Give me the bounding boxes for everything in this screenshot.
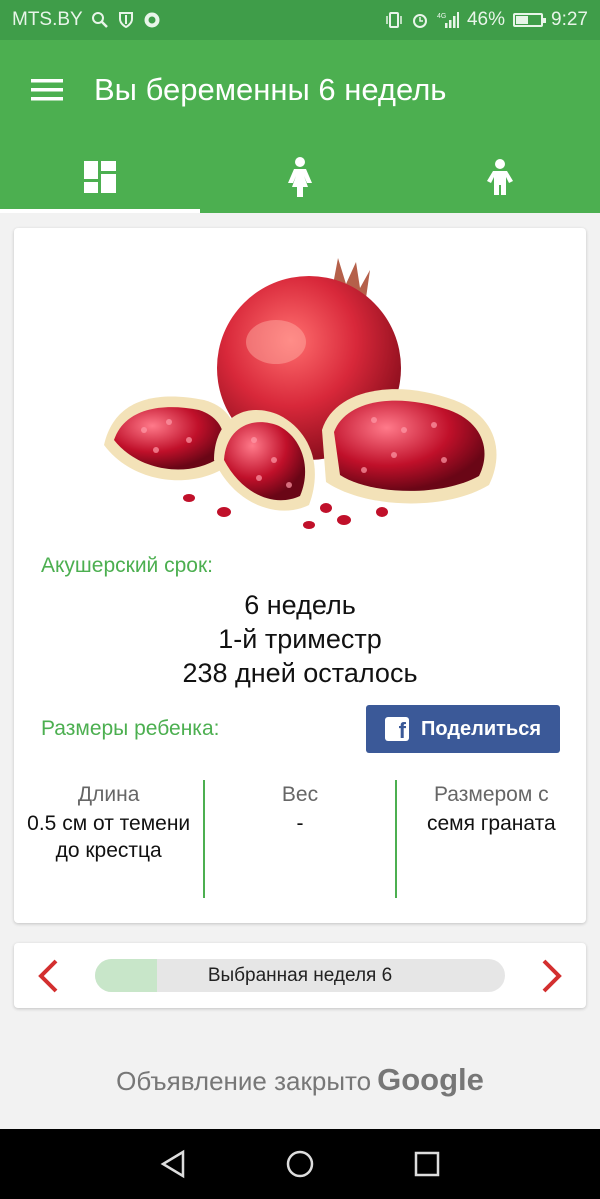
status-bar: MTS.BY 4G 46% 9:27 — [0, 0, 600, 40]
stat-size-comparison: Размером с семя граната — [394, 780, 586, 898]
trimester-value: 1-й триместр — [218, 624, 382, 654]
signal-icon: 4G — [437, 12, 459, 28]
recents-icon — [414, 1151, 439, 1177]
network-type-label: 4G — [437, 13, 446, 20]
alarm-icon — [412, 14, 427, 28]
stat-value: семя граната — [426, 812, 556, 835]
recents-button[interactable] — [407, 1144, 447, 1184]
app-bar: Вы беременны 6 недель — [0, 40, 600, 140]
selected-week-label: Выбранная неделя 6 — [207, 965, 393, 986]
pomegranate-image — [104, 258, 497, 529]
facebook-share-button[interactable]: f Поделиться — [366, 705, 560, 753]
vibrate-icon — [386, 12, 402, 28]
chevron-left-icon — [38, 959, 58, 993]
ad-closed-text: Объявление закрыто — [116, 1066, 372, 1096]
ad-closed-notice: Объявление закрыто Google — [0, 1062, 600, 1098]
system-nav-bar — [0, 1129, 600, 1199]
days-left-value: 238 дней осталось — [182, 658, 418, 688]
dashboard-icon — [84, 160, 116, 193]
week-info-card: Акушерский срок: 6 недель 1-й триместр 2… — [14, 228, 586, 923]
stat-weight: Вес - — [203, 780, 394, 898]
chrome-status-icon — [144, 12, 160, 28]
stat-value: - — [296, 812, 304, 835]
tab-baby[interactable] — [400, 140, 600, 213]
back-icon — [160, 1149, 185, 1179]
woman-icon — [288, 156, 312, 197]
battery-icon — [513, 13, 547, 27]
obstetric-term-label: Акушерский срок: — [41, 554, 213, 577]
baby-size-label: Размеры ребенка: — [41, 717, 220, 740]
week-selector: Выбранная неделя 6 — [14, 943, 586, 1008]
previous-week-button[interactable] — [28, 957, 68, 995]
child-icon — [487, 158, 513, 195]
menu-button[interactable] — [0, 40, 94, 140]
week-progress-bar[interactable]: Выбранная неделя 6 — [95, 959, 505, 992]
search-status-icon — [91, 12, 108, 28]
stat-label: Вес — [281, 783, 319, 806]
home-button[interactable] — [280, 1144, 320, 1184]
stat-length: Длина 0.5 см от темени до крестца — [14, 780, 203, 898]
weeks-value: 6 недель — [244, 590, 356, 620]
battery-percent: 46% — [466, 9, 506, 30]
share-button-label: Поделиться — [420, 717, 542, 740]
google-logo: Google — [377, 1062, 484, 1097]
menu-icon — [31, 79, 63, 101]
tab-mother[interactable] — [200, 140, 400, 213]
chevron-right-icon — [542, 959, 562, 993]
facebook-icon: f — [384, 717, 409, 742]
stat-value: 0.5 см от темени до крестца — [27, 812, 191, 862]
term-summary: 6 недель 1-й триместр 238 дней осталось — [14, 588, 586, 690]
page-title: Вы беременны 6 недель — [94, 72, 447, 107]
clock: 9:27 — [551, 9, 588, 30]
next-week-button[interactable] — [532, 957, 572, 995]
carrier-name: MTS.BY — [12, 9, 83, 30]
stat-label: Размером с — [434, 783, 549, 806]
tab-dashboard[interactable] — [0, 140, 200, 213]
shield-status-icon — [118, 12, 133, 29]
home-icon — [286, 1150, 314, 1178]
baby-size-stats: Длина 0.5 см от темени до крестца Вес - … — [14, 780, 586, 898]
stat-label: Длина — [77, 783, 140, 806]
tab-bar — [0, 140, 600, 213]
back-button[interactable] — [153, 1144, 193, 1184]
